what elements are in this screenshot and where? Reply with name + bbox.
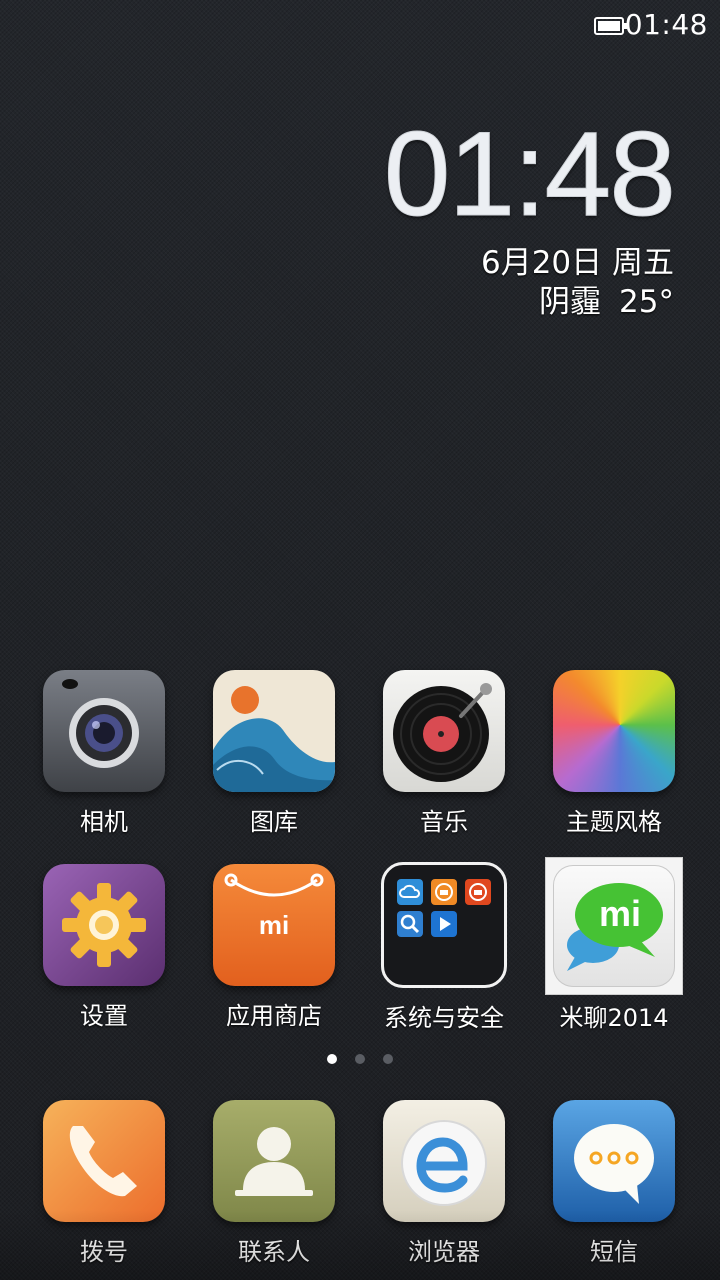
app-themes-label: 主题风格 [566,808,662,836]
video-play-icon [431,911,457,937]
dock-messages[interactable]: 短信 [529,1100,699,1267]
weather-condition: 阴霾 [539,283,602,320]
app-music[interactable]: 音乐 [359,670,529,837]
folder-icon [381,862,507,988]
page-dot-1[interactable] [327,1054,337,1064]
weather-info: 阴霾 25° [384,283,674,322]
dock-browser-label: 浏览器 [408,1238,480,1266]
camera-icon [43,670,165,792]
app-settings-label: 设置 [80,1002,128,1030]
contacts-icon [213,1100,335,1222]
dock-contacts-label: 联系人 [238,1238,310,1266]
status-time: 01:48 [624,8,708,41]
gallery-icon [213,670,335,792]
app-store-label: 应用商店 [226,1002,322,1030]
search-icon [397,911,423,937]
browser-icon [383,1100,505,1222]
battery-icon [594,17,627,35]
clock-widget[interactable]: 01:48 6月20日 周五 阴霾 25° [383,107,676,322]
app-camera[interactable]: 相机 [19,670,189,837]
settings-icon [43,864,165,986]
app-camera-label: 相机 [80,808,128,836]
dock-messages-label: 短信 [590,1238,638,1266]
security-icon [431,879,457,905]
app-themes[interactable]: 主题风格 [529,670,699,837]
page-dot-3[interactable] [383,1054,393,1064]
status-bar: 01:48 [0,0,720,52]
themes-icon [553,670,675,792]
app-gallery-label: 图库 [250,808,298,836]
clock-date: 6月20日 周五 [480,245,674,281]
app-store[interactable]: mi 应用商店 [189,864,359,1031]
music-icon [383,670,505,792]
dock-phone-label: 拨号 [80,1238,128,1266]
mitalk-icon: mi [545,857,683,995]
app-gallery[interactable]: 图库 [189,670,359,837]
cloud-icon [397,879,423,905]
app-mitalk-label: 米聊2014 [559,1004,669,1032]
page-dot-2[interactable] [355,1054,365,1064]
weather-temperature: 25° [619,283,674,320]
mi-service-icon [465,879,491,905]
app-settings[interactable]: 设置 [19,864,189,1031]
mitalk-logo: mi [598,893,641,934]
clock-time: 01:48 [383,107,676,241]
dock-phone[interactable]: 拨号 [19,1100,189,1267]
store-icon: mi [213,864,335,986]
folder-system-security-label: 系统与安全 [384,1004,504,1032]
page-indicator[interactable] [0,1049,720,1068]
app-music-label: 音乐 [420,808,468,836]
folder-system-security[interactable]: 系统与安全 [359,862,529,1033]
dock-browser[interactable]: 浏览器 [359,1100,529,1267]
app-mitalk[interactable]: mi 米聊2014 [529,857,699,1033]
store-logo: mi [258,910,290,940]
dock-contacts[interactable]: 联系人 [189,1100,359,1267]
messages-icon [553,1100,675,1222]
phone-icon [43,1100,165,1222]
